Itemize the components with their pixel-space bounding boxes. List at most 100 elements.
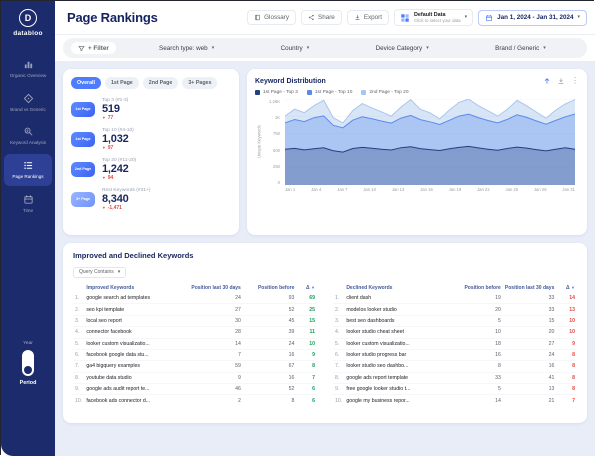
keyword-link[interactable]: ga4 bigquery examples	[84, 360, 190, 373]
tab-3plus-pages[interactable]: 3+ Pages	[182, 77, 218, 89]
column-header[interactable]: Improved Keywords	[84, 283, 189, 293]
keyword-link[interactable]: looker studio progress bar	[344, 348, 450, 361]
row-index-header	[333, 283, 344, 293]
position-value: 45	[242, 314, 297, 327]
legend-item[interactable]: 2nd Page - Top 20	[361, 90, 409, 95]
search-icon	[24, 128, 32, 136]
position-value: 8	[449, 360, 503, 373]
filter-band: + Filter Search type: web ▾ Country ▾ De…	[55, 35, 595, 61]
arrow-up-icon[interactable]	[543, 77, 551, 85]
keyword-link[interactable]: client dash	[344, 293, 449, 304]
keyword-link[interactable]: best seo dashboards	[344, 314, 450, 327]
sidebar-item-brand-vs-generic[interactable]: Brand vs Generic	[4, 87, 52, 119]
sidebar-item-page-rankings[interactable]: Page Rankings	[4, 154, 52, 186]
row-index: 1.	[335, 295, 340, 302]
keyword-link[interactable]: youtube data studio	[84, 371, 190, 384]
keyword-link[interactable]: local seo report	[84, 314, 190, 327]
keyword-link[interactable]: connector facebook	[84, 326, 190, 338]
page-badge: 2nd Page	[71, 161, 95, 177]
column-header[interactable]: Declined Keywords	[344, 283, 449, 293]
x-tick-label: Jan 4	[311, 187, 322, 192]
column-header-delta[interactable]: Δ ▼	[296, 283, 317, 293]
period-label: Period	[19, 380, 37, 386]
keyword-link[interactable]: looker studio seo dashbo...	[344, 360, 450, 373]
legend-item[interactable]: 1st Page - Top 10	[306, 90, 352, 95]
sidebar-item-organic-overview[interactable]: Organic Overview	[4, 53, 52, 85]
x-tick-label: Jan 7	[337, 187, 348, 192]
keyword-link[interactable]: google ads report template	[344, 371, 450, 384]
add-filter-button[interactable]: + Filter	[71, 42, 116, 54]
keyword-link[interactable]: google search ad templates	[84, 293, 189, 304]
column-header[interactable]: Position last 30 days	[503, 283, 557, 293]
date-range-picker[interactable]: Jan 1, 2024 - Jan 31, 2024 ▾	[478, 9, 587, 26]
delta-value: 25	[296, 303, 317, 316]
delta-value: 15	[296, 314, 317, 327]
delta-value: 9	[556, 337, 577, 350]
filter-device-category[interactable]: Device Category ▾	[376, 45, 429, 52]
column-header[interactable]: Position last 30 days	[189, 283, 243, 293]
export-button[interactable]: Export	[346, 10, 390, 25]
glossary-button[interactable]: Glossary	[247, 10, 296, 25]
keyword-link[interactable]: looker custom visualizatio...	[84, 337, 190, 350]
filter-brand-generic[interactable]: Brand / Generic ▾	[495, 45, 546, 52]
query-contains-filter[interactable]: Query Contains ▾	[73, 266, 127, 278]
delta-value: 11	[296, 326, 317, 338]
chevron-down-icon: ▾	[306, 44, 310, 51]
down-arrow-icon: ▼	[102, 145, 106, 150]
filter-country[interactable]: Country ▾	[281, 45, 310, 52]
stat-value: 8,340	[102, 192, 129, 205]
legend-item[interactable]: 1st Page - Top 3	[255, 90, 298, 95]
sidebar-item-label: Brand vs Generic	[10, 106, 46, 112]
kebab-menu-icon[interactable]: ⋮	[571, 77, 579, 85]
position-value: 30	[189, 314, 243, 327]
rank-stats: 1st Page Top 3 (#1-3) 519 ▼ 77 1st Page T…	[71, 94, 231, 214]
down-arrow-icon: ▼	[102, 115, 106, 120]
y-tick-label: 1.25K	[269, 99, 280, 104]
column-header-delta[interactable]: Δ ▼	[556, 283, 577, 293]
keyword-link[interactable]: free google looker studio t...	[344, 382, 450, 395]
table-row: 8. youtube data studio 9 16 7	[73, 371, 317, 384]
keyword-link[interactable]: google ads audit report te...	[84, 382, 190, 395]
delta-value: 8	[556, 371, 577, 384]
sidebar-item-keyword-analysis[interactable]: Keyword Analysis	[4, 120, 52, 152]
table-row: 6. looker studio progress bar 16 24 8	[333, 348, 577, 361]
delta-value: 97	[107, 144, 114, 151]
tab-2nd-page[interactable]: 2nd Page	[142, 77, 179, 89]
legend-label: 2nd Page - Top 20	[369, 90, 409, 95]
legend-label: 1st Page - Top 3	[263, 90, 298, 95]
keyword-link[interactable]: google my business repor...	[344, 394, 450, 406]
keyword-link[interactable]: looker custom visualizatio...	[344, 337, 450, 350]
share-button[interactable]: Share	[301, 10, 342, 25]
keyword-link[interactable]: facebook ads connector d...	[84, 394, 190, 406]
data-source-text: Default Data Click to select your data	[414, 12, 461, 23]
delta-value: 8	[556, 360, 577, 373]
tab-overall[interactable]: Overall	[71, 77, 101, 89]
delta-value: 94	[107, 174, 114, 181]
sidebar-item-time[interactable]: Time	[4, 188, 52, 220]
funnel-icon	[78, 45, 85, 51]
position-value: 28	[189, 326, 243, 338]
filter-search-type[interactable]: Search type: web ▾	[159, 45, 214, 52]
download-icon	[355, 15, 360, 20]
sort-descending-icon: ▼	[571, 285, 575, 290]
stat-value: 1,242	[102, 162, 129, 175]
position-value: 14	[449, 394, 503, 406]
keyword-link[interactable]: looker studio cheat sheet	[344, 326, 450, 338]
y-tick-label: 500	[273, 147, 280, 153]
databloo-logo[interactable]: D databloo	[13, 9, 42, 37]
data-source-subtitle: Click to select your data	[414, 18, 461, 23]
data-source-selector[interactable]: Default Data Click to select your data ▾	[394, 9, 474, 26]
tag-icon	[23, 93, 33, 104]
tab-1st-page[interactable]: 1st Page	[104, 77, 139, 89]
position-value: 52	[242, 303, 297, 316]
column-header[interactable]: Position before	[243, 283, 297, 293]
keyword-link[interactable]: seo kpi template	[84, 303, 190, 316]
column-header[interactable]: Position before	[449, 283, 503, 293]
year-period-toggle[interactable]	[22, 350, 34, 376]
toggle-knob	[24, 366, 32, 374]
keyword-link[interactable]: modelos looker studio	[344, 303, 450, 316]
x-tick-label: Jan 1	[285, 187, 296, 192]
position-value: 14	[189, 337, 243, 350]
keyword-link[interactable]: facebook google data stu...	[84, 348, 190, 361]
download-icon[interactable]	[557, 77, 565, 85]
